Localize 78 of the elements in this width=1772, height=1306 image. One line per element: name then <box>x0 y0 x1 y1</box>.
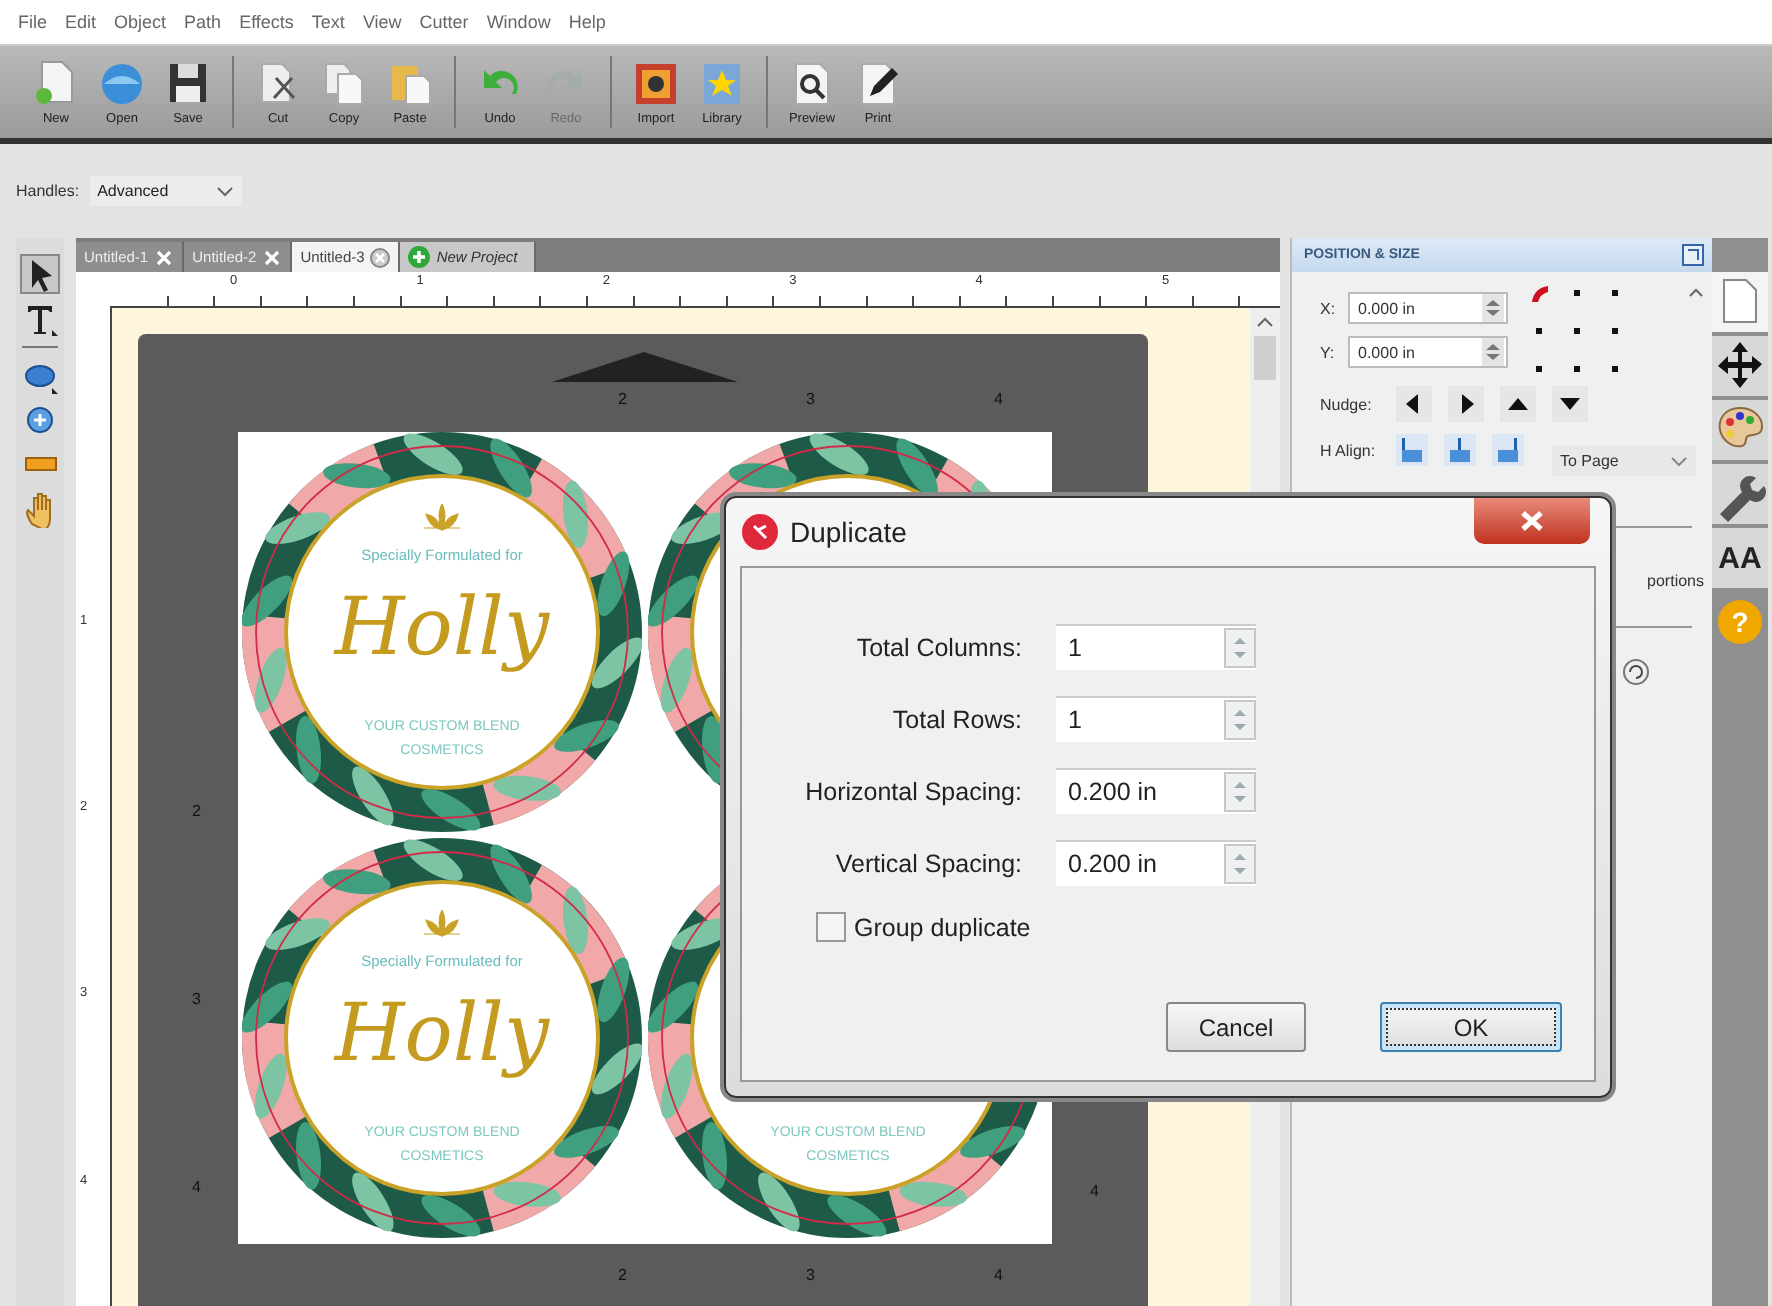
dock-icon[interactable] <box>1682 244 1704 266</box>
close-button[interactable] <box>1474 498 1590 544</box>
checkbox-label: portions <box>1647 572 1704 590</box>
align-icon <box>1494 436 1522 464</box>
label-name: Holly <box>334 994 550 1074</box>
number-field[interactable]: 1 <box>1056 696 1256 742</box>
number-field[interactable]: 0.200 in <box>1056 768 1256 814</box>
side-button[interactable] <box>1712 336 1768 396</box>
close-icon[interactable] <box>370 247 391 267</box>
ruler-number: 3 <box>806 390 815 408</box>
ruler-number: 3 <box>806 1266 815 1284</box>
emblem-icon <box>420 504 464 532</box>
globe-icon <box>96 58 148 110</box>
image-icon <box>630 58 682 110</box>
menu-item[interactable]: File <box>18 12 48 32</box>
close-icon <box>1520 510 1544 532</box>
ruler-number: 4 <box>1090 1182 1099 1200</box>
menu-item[interactable]: View <box>362 12 402 32</box>
scroll-up-icon[interactable] <box>1688 286 1704 298</box>
menu-item[interactable]: Edit <box>65 12 97 32</box>
menu-item[interactable]: Cutter <box>419 12 469 32</box>
ruler-number: 3 <box>192 990 201 1008</box>
field-label: X: <box>1320 299 1338 317</box>
app-icon <box>742 514 778 550</box>
chevron-icon <box>215 185 234 197</box>
nudge-button[interactable] <box>1448 386 1484 422</box>
menu-item[interactable]: Window <box>486 12 551 32</box>
chevron-icon <box>1670 455 1688 467</box>
plus-icon <box>408 246 431 268</box>
ruler-number: 4 <box>192 1178 201 1196</box>
dialog-title: Duplicate <box>790 516 907 548</box>
align-icon <box>1446 436 1474 464</box>
field-label: Total Rows: <box>892 705 1022 733</box>
align-icon <box>1398 436 1426 464</box>
align-button[interactable] <box>1492 434 1524 466</box>
handles-label: Handles: <box>16 182 80 200</box>
handles-dropdown[interactable]: Advanced <box>89 176 242 206</box>
label-name: Holly <box>334 588 550 668</box>
tool-button[interactable] <box>20 254 60 294</box>
ruler-number: 2 <box>618 1266 627 1284</box>
field-label: Total Columns: <box>856 633 1022 661</box>
menu-item[interactable]: Object <box>114 12 167 32</box>
field-label: Y: <box>1320 343 1337 361</box>
number-field[interactable]: 0.000 in <box>1348 292 1508 324</box>
text-size-button[interactable]: AA <box>1712 528 1768 588</box>
triangle-icon <box>552 352 738 382</box>
scroll-thumb[interactable] <box>1254 336 1276 380</box>
field-label: H Align: <box>1320 441 1378 459</box>
number-field[interactable]: 0.000 in <box>1348 336 1508 368</box>
nudge-button[interactable] <box>1552 386 1588 422</box>
ruler-number: 2 <box>618 390 627 408</box>
emblem-icon <box>420 910 464 938</box>
ruler-number: 4 <box>994 390 1003 408</box>
nudge-button[interactable] <box>1396 386 1432 422</box>
cancel-button[interactable]: Cancel <box>1166 1002 1306 1052</box>
relative-dropdown[interactable]: To Page <box>1552 446 1696 476</box>
menu-item[interactable]: Path <box>184 12 222 32</box>
field-label: Horizontal Spacing: <box>805 777 1022 805</box>
number-field[interactable]: 1 <box>1056 624 1256 670</box>
spinner-icon[interactable] <box>1482 338 1504 366</box>
nudge-button[interactable] <box>1500 386 1536 422</box>
checkbox[interactable] <box>816 912 846 942</box>
menu-item[interactable]: Help <box>568 12 606 32</box>
ruler-number: 2 <box>192 802 201 820</box>
ok-button[interactable]: OK <box>1380 1002 1562 1052</box>
field-label: Vertical Spacing: <box>835 849 1022 877</box>
number-field[interactable]: 0.200 in <box>1056 840 1256 886</box>
align-button[interactable] <box>1396 434 1428 466</box>
menu-item[interactable]: Text <box>311 12 345 32</box>
align-button[interactable] <box>1444 434 1476 466</box>
scroll-up-icon[interactable] <box>1256 316 1274 328</box>
ruler-number: 4 <box>994 1266 1003 1284</box>
spinner-icon[interactable] <box>1482 294 1504 322</box>
refresh-icon[interactable] <box>1620 656 1652 688</box>
checkbox-label: Group duplicate <box>854 913 1031 941</box>
menu-item[interactable]: Effects <box>239 12 294 32</box>
field-label: Nudge: <box>1320 395 1374 413</box>
anchor-grid-icon[interactable] <box>1532 284 1622 374</box>
